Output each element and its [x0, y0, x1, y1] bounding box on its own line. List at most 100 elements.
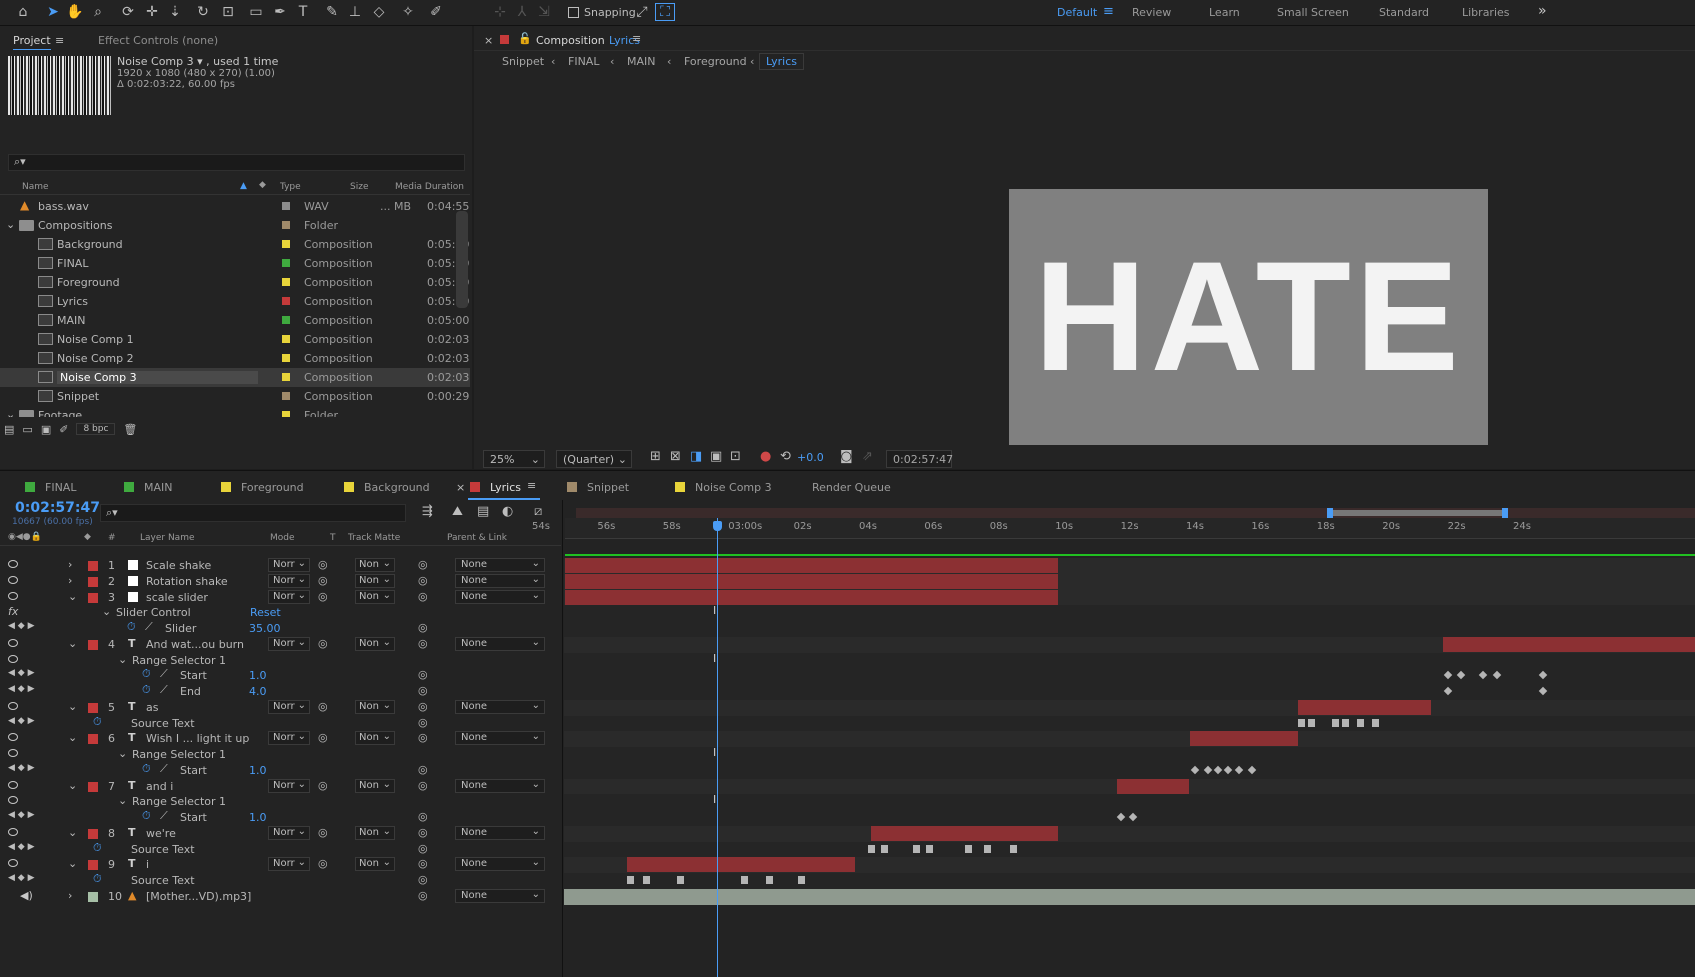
expression-pick-whip-icon[interactable]: ◎: [418, 684, 428, 697]
expression-pick-whip-icon[interactable]: ◎: [418, 763, 428, 776]
brush-tool-icon[interactable]: ✎: [322, 2, 342, 22]
layer-label-swatch[interactable]: [88, 576, 98, 587]
project-item[interactable]: FINALComposition0:05:00:00: [0, 254, 470, 273]
parent-dropdown[interactable]: None ⌄: [455, 731, 545, 746]
timeline-layer-row[interactable]: ⌄ 9 Ti Norr ⌄ ◎ Non ⌄ ◎ None ⌄: [0, 856, 561, 873]
stopwatch-icon[interactable]: ⏱: [142, 667, 151, 681]
breadcrumb-item[interactable]: FINAL: [568, 55, 599, 68]
timeline-layer-row[interactable]: › 2 Rotation shake Norr ⌄ ◎ Non ⌄ ◎ None ⌄: [0, 573, 561, 590]
label-color-swatch[interactable]: [282, 392, 290, 400]
keyframe[interactable]: [798, 876, 805, 884]
layer-label-swatch[interactable]: [88, 891, 98, 902]
layer-name[interactable]: Wish I ... light it up: [146, 732, 249, 745]
visibility-eye-icon[interactable]: [8, 796, 18, 805]
playhead-line[interactable]: [717, 518, 718, 977]
preserve-transparency-icon[interactable]: ◎: [318, 857, 328, 870]
timeline-property-row[interactable]: ◀ ◆ ▶ ⏱ ⟋ ◎ Slider 35.00: [0, 620, 561, 637]
puppet-pin-tool-icon[interactable]: ✐: [426, 2, 446, 22]
layer-label-swatch[interactable]: [88, 860, 98, 871]
visibility-eye-icon[interactable]: [8, 654, 18, 663]
expression-pick-whip-icon[interactable]: ◎: [418, 842, 428, 855]
layer-name[interactable]: we're: [146, 827, 176, 840]
project-item[interactable]: ▲bass.wavWAV... MB0:04:55:15: [0, 197, 470, 216]
exposure-value[interactable]: +0.0: [797, 451, 824, 464]
breadcrumb-item[interactable]: Lyrics: [759, 53, 804, 70]
graph-icon[interactable]: ⟋: [160, 809, 168, 823]
breadcrumb-item[interactable]: MAIN: [627, 55, 656, 68]
mask-visibility-icon[interactable]: ◨: [690, 449, 702, 464]
timeline-property-row[interactable]: ◀ ◆ ▶ ⏱ ◎ Source Text: [0, 715, 561, 732]
graph-icon[interactable]: ⟋: [160, 762, 168, 776]
property-value[interactable]: 35.00: [249, 622, 281, 635]
label-color-swatch[interactable]: [282, 259, 290, 267]
visibility-eye-icon[interactable]: [8, 560, 18, 568]
fx-icon[interactable]: fx: [8, 605, 18, 618]
preserve-transparency-icon[interactable]: ◎: [318, 637, 328, 650]
selection-tool-icon[interactable]: ➤: [43, 2, 63, 22]
new-composition-icon[interactable]: ▣: [41, 423, 51, 436]
property-value[interactable]: 1.0: [249, 669, 267, 682]
keyframe[interactable]: [868, 844, 875, 853]
property-value[interactable]: 1.0: [249, 764, 267, 777]
pick-whip-icon[interactable]: ◎: [418, 574, 428, 587]
layer-label-swatch[interactable]: [88, 702, 98, 713]
pick-whip-icon[interactable]: ◎: [418, 731, 428, 744]
stopwatch-icon[interactable]: ⏱: [93, 872, 102, 886]
guides-icon[interactable]: ⊡: [730, 449, 741, 464]
keyframe[interactable]: [627, 876, 634, 884]
pick-whip-icon[interactable]: ◎: [418, 889, 428, 902]
visibility-eye-icon[interactable]: [8, 827, 18, 836]
timeline-tab[interactable]: Foreground: [241, 481, 304, 494]
viewer-timecode[interactable]: 0:02:57:47: [886, 450, 953, 468]
layer-name[interactable]: Scale shake: [146, 559, 211, 572]
timeline-layer-row[interactable]: ⌄ 7 Tand i Norr ⌄ ◎ Non ⌄ ◎ None ⌄: [0, 778, 561, 795]
keyframe[interactable]: [926, 844, 933, 853]
label-color-swatch[interactable]: [282, 202, 290, 210]
channel-icon[interactable]: ●: [760, 449, 771, 464]
label-color-swatch[interactable]: [282, 316, 290, 324]
timeline-track[interactable]: [564, 825, 1695, 842]
keyframe[interactable]: [1010, 844, 1017, 853]
workspace-standard[interactable]: Standard: [1379, 6, 1429, 19]
keyframe-navigator[interactable]: ◀ ◆ ▶: [8, 668, 35, 678]
project-settings-icon[interactable]: ✐: [59, 423, 68, 436]
preserve-transparency-icon[interactable]: ◎: [318, 700, 328, 713]
panel-menu-icon[interactable]: ≡: [527, 479, 536, 492]
label-color-swatch[interactable]: [282, 278, 290, 286]
preserve-transparency-icon[interactable]: ◎: [318, 731, 328, 744]
layer-name[interactable]: i: [146, 858, 149, 871]
motion-blur-icon[interactable]: ◐: [502, 504, 513, 519]
blend-mode-dropdown[interactable]: Norr ⌄: [268, 825, 310, 840]
visibility-eye-icon[interactable]: [8, 701, 18, 710]
work-area-bar[interactable]: [576, 508, 1695, 518]
timeline-track[interactable]: [564, 762, 1695, 779]
timeline-layer-row[interactable]: › 1 Scale shake Norr ⌄ ◎ Non ⌄ ◎ None ⌄: [0, 557, 561, 574]
rectangle-tool-icon[interactable]: ▭: [246, 2, 266, 22]
close-panel-icon[interactable]: ×: [484, 34, 493, 47]
graph-icon[interactable]: ⟋: [145, 620, 153, 634]
work-area-range[interactable]: [1330, 510, 1505, 516]
layer-duration-bar[interactable]: [565, 589, 1058, 605]
column-layer-name[interactable]: Layer Name: [140, 533, 195, 543]
layer-name[interactable]: Rotation shake: [146, 575, 228, 588]
workspace-menu-icon[interactable]: ≡: [1103, 4, 1114, 19]
workspace-small-screen[interactable]: Small Screen: [1277, 6, 1349, 19]
keyframe[interactable]: [965, 844, 972, 853]
track-matte-dropdown[interactable]: Non ⌄: [355, 825, 395, 840]
keyframe[interactable]: [1342, 718, 1349, 727]
timeline-layer-row[interactable]: ⌄ 4 T And wat...ou burn Norr ⌄ ◎ Non ⌄ ◎ None ⌄: [0, 636, 561, 653]
layer-label-swatch[interactable]: [88, 781, 98, 792]
pan-camera-icon[interactable]: ✛: [142, 2, 162, 22]
project-item[interactable]: MAIN Composition 0:05:00:00: [0, 311, 470, 330]
keyframe[interactable]: [984, 844, 991, 853]
parent-dropdown[interactable]: None ⌄: [455, 699, 545, 714]
timeline-track[interactable]: [564, 652, 1695, 669]
timeline-property-row[interactable]: ⌄ Range Selector 1: [0, 746, 561, 763]
expand-arrow-icon[interactable]: ›: [68, 574, 72, 587]
timeline-search-input[interactable]: ⌕▾: [100, 504, 406, 522]
timeline-tab[interactable]: Background: [364, 481, 430, 494]
timeline-track[interactable]: [564, 668, 1695, 685]
timeline-property-row[interactable]: ⌄ Range Selector 1: [0, 652, 561, 669]
blend-mode-dropdown[interactable]: Norr ⌄: [268, 699, 310, 714]
snap-features-icon[interactable]: ⛶: [655, 3, 675, 21]
